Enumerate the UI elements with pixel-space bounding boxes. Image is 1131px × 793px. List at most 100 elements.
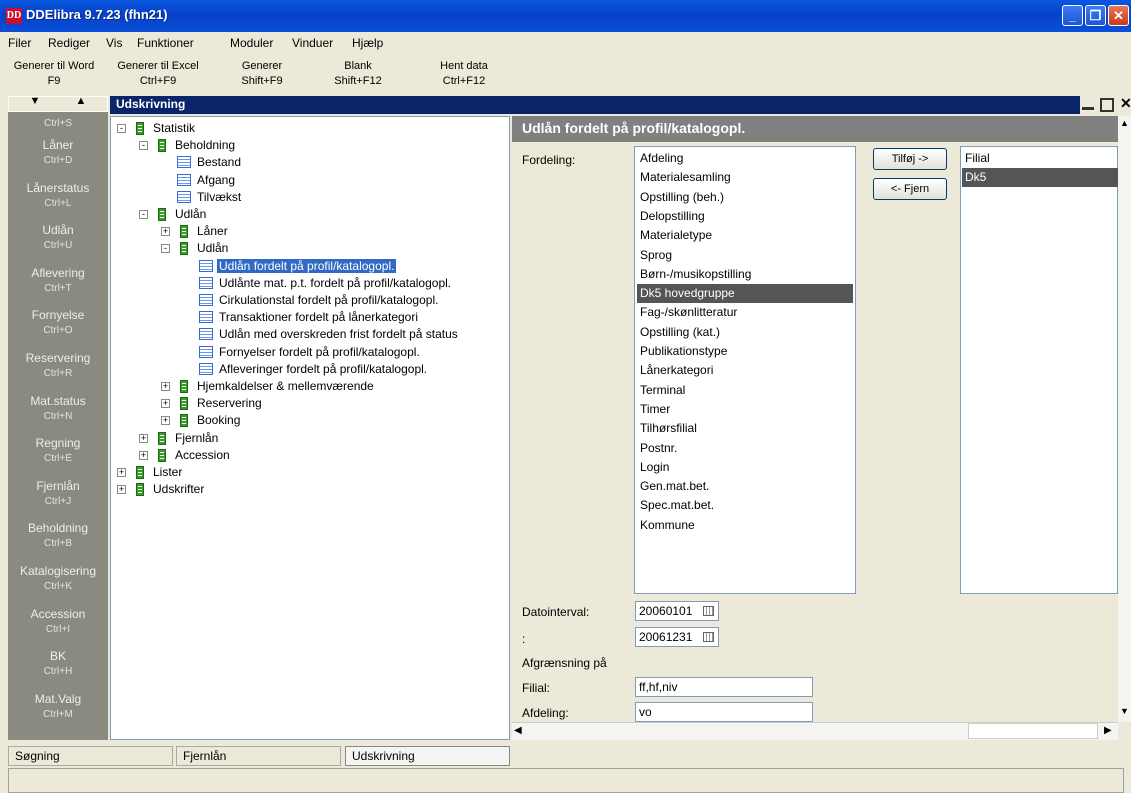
sidebar-item-katalogisering[interactable]: Katalogisering Ctrl+K bbox=[8, 564, 108, 594]
generate-word-button[interactable]: Generer til Word F9 bbox=[0, 59, 108, 89]
collapse-icon[interactable]: - bbox=[117, 124, 126, 133]
list-item[interactable]: Kommune bbox=[637, 516, 853, 535]
tree-node[interactable]: Lister bbox=[151, 465, 184, 479]
list-item[interactable]: Lånerkategori bbox=[637, 361, 853, 380]
list-item[interactable]: Materialetype bbox=[637, 226, 853, 245]
fetch-data-button[interactable]: Hent data Ctrl+F12 bbox=[424, 59, 504, 89]
expand-icon[interactable]: + bbox=[139, 450, 148, 460]
list-item[interactable]: Opstilling (beh.) bbox=[637, 188, 853, 207]
list-item[interactable]: Sprog bbox=[637, 246, 853, 265]
tree-node[interactable]: Beholdning bbox=[173, 138, 237, 152]
sidebar-item-aflevering[interactable]: Aflevering Ctrl+T bbox=[8, 266, 108, 296]
collapse-icon[interactable]: - bbox=[161, 244, 170, 254]
tab-s-gning[interactable]: Søgning bbox=[8, 746, 173, 766]
scroll-left-icon[interactable]: ◀ bbox=[514, 725, 522, 736]
minimize-button[interactable]: _ bbox=[1062, 5, 1083, 26]
list-item[interactable]: Login bbox=[637, 458, 853, 477]
tree-node[interactable]: Tilvækst bbox=[195, 190, 243, 204]
list-item[interactable]: Børn-/musikopstilling bbox=[637, 265, 853, 284]
scroll-down-icon[interactable]: ▼ bbox=[15, 96, 55, 107]
list-item[interactable]: Publikationstype bbox=[637, 342, 853, 361]
tree-node[interactable]: Låner bbox=[195, 224, 230, 238]
date-from-field[interactable]: 20060101 bbox=[635, 601, 719, 621]
panel-window-controls[interactable]: ✕ bbox=[1080, 95, 1131, 114]
horizontal-scrollbar[interactable]: ◀ ▶ bbox=[512, 722, 1118, 740]
calendar-icon[interactable] bbox=[703, 606, 714, 616]
expand-icon[interactable]: + bbox=[161, 382, 170, 391]
sidebar-item-beholdning[interactable]: Beholdning Ctrl+B bbox=[8, 521, 108, 551]
vertical-scrollbar[interactable]: ▲ ▼ bbox=[1118, 116, 1131, 722]
menu-rediger[interactable]: Rediger bbox=[48, 36, 90, 50]
tree-node[interactable]: Fjernlån bbox=[173, 431, 220, 445]
restore-button[interactable]: ❐ bbox=[1085, 5, 1106, 26]
menu-hjaelp[interactable]: Hjælp bbox=[352, 36, 383, 50]
sidebar-item-accession[interactable]: Accession Ctrl+I bbox=[8, 607, 108, 637]
expand-icon[interactable]: + bbox=[161, 399, 170, 409]
list-item[interactable]: Terminal bbox=[637, 381, 853, 400]
afdeling-field[interactable]: vo bbox=[635, 702, 813, 722]
tree-node[interactable]: Udlån med overskreden frist fordelt på s… bbox=[217, 327, 460, 341]
chosen-item[interactable]: Filial bbox=[962, 149, 1118, 168]
tree-node[interactable]: Fornyelser fordelt på profil/katalogopl. bbox=[217, 345, 422, 359]
expand-icon[interactable]: + bbox=[117, 468, 126, 477]
collapse-icon[interactable]: - bbox=[139, 141, 148, 151]
scroll-thumb[interactable] bbox=[968, 723, 1098, 739]
list-item[interactable]: Dk5 hovedgruppe bbox=[637, 284, 853, 304]
scroll-down-icon[interactable]: ▼ bbox=[1120, 706, 1129, 716]
list-item[interactable]: Tilhørsfilial bbox=[637, 419, 853, 438]
chosen-fields-list[interactable]: Filial Dk5 bbox=[960, 146, 1118, 594]
scroll-up-icon[interactable]: ▲ bbox=[1120, 118, 1129, 128]
tree-node[interactable]: Booking bbox=[195, 413, 242, 427]
scroll-up-icon[interactable]: ▲ bbox=[61, 96, 101, 107]
menu-vinduer[interactable]: Vinduer bbox=[292, 36, 333, 50]
blank-button[interactable]: Blank Shift+F12 bbox=[318, 59, 398, 89]
tree-node[interactable]: Hjemkaldelser & mellemværende bbox=[195, 379, 376, 393]
sidebar-item-bk[interactable]: BK Ctrl+H bbox=[8, 649, 108, 679]
remove-button[interactable]: <- Fjern bbox=[873, 178, 947, 200]
tree-node[interactable]: Cirkulationstal fordelt på profil/katalo… bbox=[217, 293, 440, 307]
calendar-icon[interactable] bbox=[703, 632, 714, 642]
list-item[interactable]: Afdeling bbox=[637, 149, 853, 168]
list-item[interactable]: Gen.mat.bet. bbox=[637, 477, 853, 496]
list-item[interactable]: Materialesamling bbox=[637, 168, 853, 187]
expand-icon[interactable]: + bbox=[139, 433, 148, 443]
panel-restore-icon[interactable] bbox=[1100, 98, 1114, 112]
sidebar-item-l-nerstatus[interactable]: Lånerstatus Ctrl+L bbox=[8, 181, 108, 211]
menu-funktioner[interactable]: Funktioner bbox=[137, 36, 194, 50]
scroll-right-icon[interactable]: ▶ bbox=[1104, 725, 1112, 736]
menu-moduler[interactable]: Moduler bbox=[230, 36, 273, 50]
sidebar-item-udl-n[interactable]: Udlån Ctrl+U bbox=[8, 223, 108, 253]
close-button[interactable]: ✕ bbox=[1108, 5, 1129, 26]
menu-filer[interactable]: Filer bbox=[8, 36, 31, 50]
panel-minimize-icon[interactable] bbox=[1082, 98, 1094, 110]
tree-node[interactable]: Afleveringer fordelt på profil/katalogop… bbox=[217, 362, 429, 376]
tree-node[interactable]: Transaktioner fordelt på lånerkategori bbox=[217, 310, 420, 324]
list-item[interactable]: Timer bbox=[637, 400, 853, 419]
tree-node[interactable]: Afgang bbox=[195, 173, 237, 187]
list-item[interactable]: Fag-/skønlitteratur bbox=[637, 303, 853, 322]
sidebar-item-mat-status[interactable]: Mat.status Ctrl+N bbox=[8, 394, 108, 424]
filial-field[interactable]: ff,hf,niv bbox=[635, 677, 813, 697]
panel-close-icon[interactable]: ✕ bbox=[1120, 95, 1131, 112]
sidebar-item-fornyelse[interactable]: Fornyelse Ctrl+O bbox=[8, 308, 108, 338]
sidebar-item-fjernl-n[interactable]: Fjernlån Ctrl+J bbox=[8, 479, 108, 509]
chosen-item[interactable]: Dk5 bbox=[962, 168, 1118, 187]
expand-icon[interactable]: + bbox=[161, 227, 170, 237]
sidebar-item-reservering[interactable]: Reservering Ctrl+R bbox=[8, 351, 108, 381]
tree-node[interactable]: Udlån fordelt på profil/katalogopl. bbox=[217, 258, 397, 273]
list-item[interactable]: Spec.mat.bet. bbox=[637, 496, 853, 515]
tree-node[interactable]: Udskrifter bbox=[151, 482, 206, 496]
available-fields-list[interactable]: Afdeling Materialesamling Opstilling (beh.… bbox=[634, 146, 856, 594]
sidebar-item-mat-valg[interactable]: Mat.Valg Ctrl+M bbox=[8, 692, 108, 722]
menu-vis[interactable]: Vis bbox=[106, 36, 122, 50]
collapse-icon[interactable]: - bbox=[139, 210, 148, 219]
sidebar-partial-item[interactable]: Ctrl+S bbox=[8, 116, 108, 131]
list-item[interactable]: Postnr. bbox=[637, 439, 853, 458]
generate-button[interactable]: Generer Shift+F9 bbox=[222, 59, 302, 89]
tab-fjernl-n[interactable]: Fjernlån bbox=[176, 746, 341, 766]
add-button[interactable]: Tilføj -> bbox=[873, 148, 947, 170]
sidebar-item-l-ner[interactable]: Låner Ctrl+D bbox=[8, 138, 108, 168]
tree-node[interactable]: Accession bbox=[173, 448, 232, 462]
date-to-field[interactable]: 20061231 bbox=[635, 627, 719, 647]
expand-icon[interactable]: + bbox=[117, 485, 126, 495]
